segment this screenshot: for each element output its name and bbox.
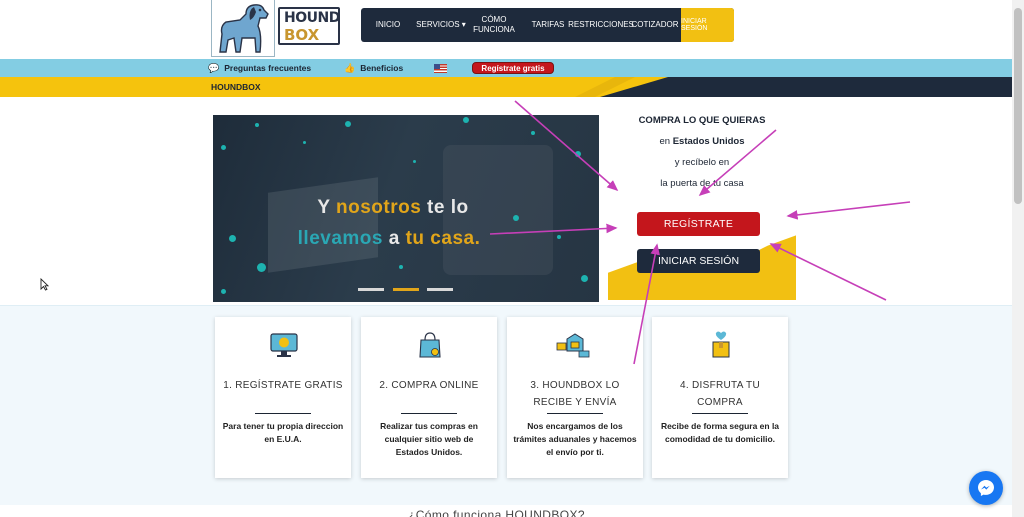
hero-text-a: a: [382, 228, 406, 249]
register-free-button[interactable]: Regístrate gratis: [472, 62, 554, 74]
side-line-3: y recíbelo en: [674, 157, 730, 168]
dog-logo-icon: [211, 0, 275, 57]
step-divider: [547, 413, 603, 414]
us-flag-icon[interactable]: [434, 64, 447, 73]
logo-wordmark: HOUND BOX: [278, 7, 340, 45]
messenger-chat-button[interactable]: [969, 471, 1003, 505]
faq-label: Preguntas frecuentes: [224, 63, 312, 73]
hero-text-llevamos: llevamos: [297, 228, 383, 249]
shipping-icon: [555, 331, 591, 359]
decor-dot: [303, 141, 306, 144]
decor-dot: [345, 121, 351, 127]
houndbox-logo[interactable]: HOUND BOX: [211, 0, 345, 57]
step-divider: [401, 413, 457, 414]
decor-dot: [463, 117, 469, 123]
section-label: HOUNDBOX: [211, 82, 261, 92]
step-1-title: 1. REGÍSTRATE GRATIS: [223, 380, 343, 391]
logo-text-box: BOX: [284, 26, 320, 44]
decor-dot: [255, 123, 259, 127]
side-line-4: la puerta de tu casa: [660, 178, 744, 189]
step-3-desc: Nos encargamos de los trámites aduanales…: [513, 421, 637, 457]
decor-dot: [221, 289, 226, 294]
step-card-1: 1. REGÍSTRATE GRATIS Para tener tu propi…: [215, 317, 351, 478]
side-text-estados-unidos: Estados Unidos: [672, 136, 745, 147]
decor-dot: [413, 160, 416, 163]
nav-login-button[interactable]: INICIAR SESIÓN: [681, 8, 734, 42]
top-info-bar: 💬 Preguntas frecuentes 👍 Beneficios Regí…: [0, 59, 1012, 77]
step-2-desc: Realizar tus compras en cualquier sitio …: [380, 421, 478, 457]
nav-item-como-funciona[interactable]: CÓMO FUNCIONA: [473, 8, 515, 42]
step-1-desc: Para tener tu propia direccion en E.U.A.: [222, 421, 344, 444]
page: HOUND BOX INICIO SERVICIOS ▾ CÓMO FUNCIO…: [0, 0, 1024, 517]
annotation-arrow: [786, 201, 911, 220]
decor-dot: [257, 263, 266, 272]
benefits-link[interactable]: 👍 Beneficios: [344, 59, 403, 77]
step-4-title: 4. DISFRUTA TU COMPRA: [680, 380, 760, 408]
faq-link[interactable]: 💬 Preguntas frecuentes: [208, 59, 311, 77]
step-card-3: 3. HOUNDBOX LO RECIBE Y ENVÍA Nos encarg…: [507, 317, 643, 478]
decor-dot: [399, 265, 403, 269]
step-card-4: 4. DISFRUTA TU COMPRA Recibe de forma se…: [652, 317, 788, 478]
decor-dot: [531, 131, 535, 135]
hero-box-shape: [268, 177, 378, 273]
hero-text-nosotros: nosotros: [335, 197, 422, 218]
carousel-indicator-3[interactable]: [427, 288, 453, 291]
register-button[interactable]: REGÍSTRATE: [637, 212, 760, 236]
step-4-desc: Recibe de forma segura en la comodidad d…: [660, 421, 780, 444]
scrollbar-thumb[interactable]: [1014, 8, 1022, 204]
nav-item-tarifas[interactable]: TARIFAS: [529, 8, 567, 42]
side-text-en: en: [659, 136, 673, 147]
step-divider: [255, 413, 311, 414]
nav-item-inicio[interactable]: INICIO: [369, 8, 407, 42]
decor-dot: [581, 275, 588, 282]
shopping-bag-icon: [415, 331, 445, 359]
messenger-icon: [978, 480, 994, 496]
nav-item-restricciones[interactable]: RESTRICCIONES: [568, 8, 634, 42]
how-it-works-title: ¿Cómo funciona HOUNDBOX?: [408, 508, 585, 517]
benefits-label: Beneficios: [360, 63, 404, 73]
logo-text-hound: HOUND: [284, 10, 340, 26]
package-heart-icon: [706, 331, 736, 359]
hero-text-te-lo: te lo: [421, 197, 469, 218]
hero-headline-line2: llevamos a tu casa.: [213, 228, 582, 250]
carousel-indicator-2-active[interactable]: [393, 288, 419, 291]
thumbs-up-icon: 👍: [344, 62, 356, 73]
hero-headline-line1: Y nosotros te lo: [213, 197, 586, 219]
side-headline: COMPRA LO QUE QUIERAS: [638, 115, 766, 126]
hero-text-tu-casa: tu casa.: [405, 228, 481, 249]
hero-carousel[interactable]: Y nosotros te lo llevamos a tu casa.: [213, 115, 599, 302]
page-scrollbar[interactable]: [1012, 0, 1024, 517]
step-2-title: 2. COMPRA ONLINE: [379, 380, 479, 391]
chat-bubbles-icon: 💬: [208, 62, 220, 73]
carousel-indicator-1[interactable]: [358, 288, 384, 291]
decor-dot: [575, 151, 581, 157]
nav-item-cotizador[interactable]: COTIZADOR: [631, 8, 679, 42]
hero-text-y: Y: [317, 197, 336, 218]
mouse-pointer-icon: [40, 277, 50, 296]
steps-section: [0, 305, 1012, 505]
section-bar-dark: [600, 77, 1012, 97]
step-divider: [692, 413, 748, 414]
monitor-icon: [269, 331, 299, 359]
login-button[interactable]: INICIAR SESIÓN: [637, 249, 760, 273]
step-3-title: 3. HOUNDBOX LO RECIBE Y ENVÍA: [530, 380, 620, 408]
decor-dot: [221, 145, 226, 150]
nav-item-servicios[interactable]: SERVICIOS ▾: [415, 8, 467, 42]
side-line-2: en Estados Unidos: [608, 136, 796, 147]
step-card-2: 2. COMPRA ONLINE Realizar tus compras en…: [361, 317, 497, 478]
main-nav: INICIO SERVICIOS ▾ CÓMO FUNCIONA TARIFAS…: [361, 8, 734, 42]
